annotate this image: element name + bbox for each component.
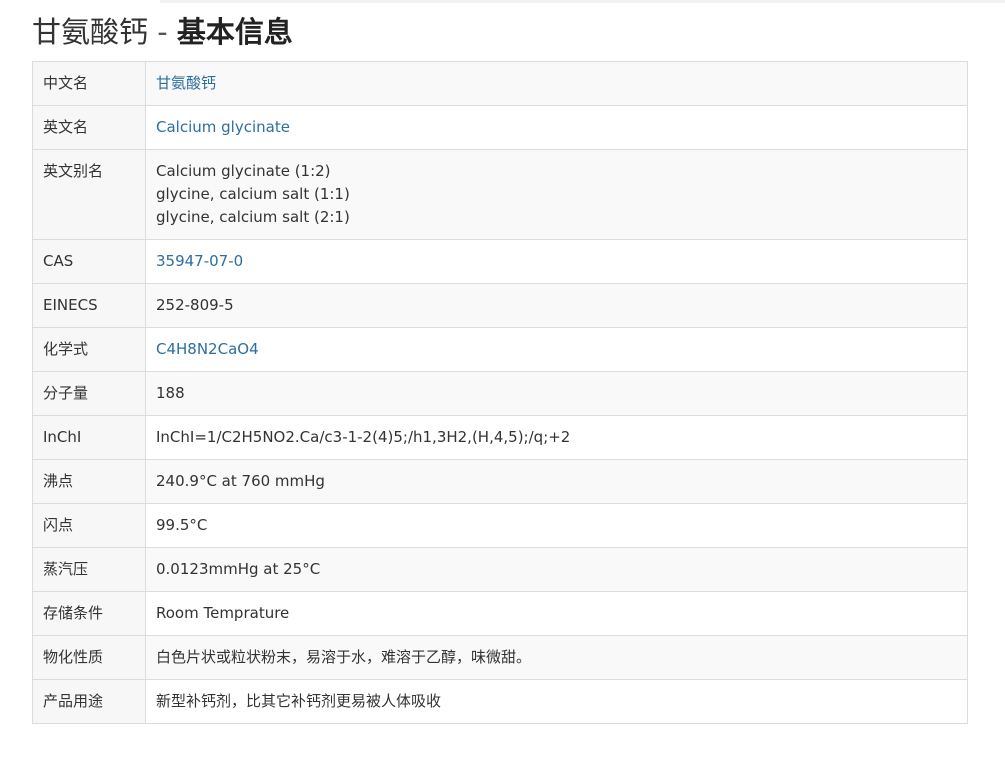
row-value: Calcium glycinate (1:2) glycine, calcium… [145,149,968,240]
compound-name: 甘氨酸钙 [32,15,149,49]
table-row-flash-point: 闪点 99.5°C [32,503,968,548]
table-row-cas: CAS 35947-07-0 [32,239,968,284]
formula-link[interactable]: C4H8N2CaO4 [156,340,259,358]
section-title: 基本信息 [176,15,293,49]
row-label: 英文别名 [32,149,146,240]
synonym-item: glycine, calcium salt (1:1) [156,185,350,203]
row-label: CAS [32,239,146,284]
row-value: C4H8N2CaO4 [145,327,968,372]
basic-info-table: 中文名 甘氨酸钙 英文名 Calcium glycinate 英文别名 Calc… [32,61,968,724]
row-value: InChI=1/C2H5NO2.Ca/c3-1-2(4)5;/h1,3H2,(H… [145,415,968,460]
row-value: Calcium glycinate [145,105,968,150]
table-row-synonyms: 英文别名 Calcium glycinate (1:2) glycine, ca… [32,149,968,240]
row-label: 存储条件 [32,591,146,636]
row-label: 沸点 [32,459,146,504]
cas-link[interactable]: 35947-07-0 [156,252,243,270]
row-value: 白色片状或粒状粉末，易溶于水，难溶于乙醇，味微甜。 [145,635,968,680]
row-label: 产品用途 [32,679,146,724]
synonym-item: glycine, calcium salt (2:1) [156,208,350,226]
row-label: 中文名 [32,61,146,106]
synonym-item: Calcium glycinate (1:2) [156,162,331,180]
row-value: 35947-07-0 [145,239,968,284]
table-row-storage: 存储条件 Room Temprature [32,591,968,636]
page-title: 甘氨酸钙 - 基本信息 [32,12,293,52]
row-label: 英文名 [32,105,146,150]
table-row-properties: 物化性质 白色片状或粒状粉末，易溶于水，难溶于乙醇，味微甜。 [32,635,968,680]
row-label: 闪点 [32,503,146,548]
table-row-inchi: InChI InChI=1/C2H5NO2.Ca/c3-1-2(4)5;/h1,… [32,415,968,460]
table-row-chinese-name: 中文名 甘氨酸钙 [32,61,968,106]
row-label: 物化性质 [32,635,146,680]
top-divider [160,0,1005,3]
table-row-einecs: EINECS 252-809-5 [32,283,968,328]
row-label: InChI [32,415,146,460]
row-label: 分子量 [32,371,146,416]
table-row-vapor-pressure: 蒸汽压 0.0123mmHg at 25°C [32,547,968,592]
row-value: 240.9°C at 760 mmHg [145,459,968,504]
row-label: 蒸汽压 [32,547,146,592]
table-row-molecular-weight: 分子量 188 [32,371,968,416]
row-label: 化学式 [32,327,146,372]
title-separator: - [157,15,168,49]
table-row-usage: 产品用途 新型补钙剂，比其它补钙剂更易被人体吸收 [32,679,968,724]
chinese-name-link[interactable]: 甘氨酸钙 [156,74,216,92]
row-value: 0.0123mmHg at 25°C [145,547,968,592]
row-value: 甘氨酸钙 [145,61,968,106]
row-value: 99.5°C [145,503,968,548]
table-row-boiling-point: 沸点 240.9°C at 760 mmHg [32,459,968,504]
row-value: 188 [145,371,968,416]
english-name-link[interactable]: Calcium glycinate [156,118,290,136]
table-row-formula: 化学式 C4H8N2CaO4 [32,327,968,372]
row-label: EINECS [32,283,146,328]
table-row-english-name: 英文名 Calcium glycinate [32,105,968,150]
row-value: 新型补钙剂，比其它补钙剂更易被人体吸收 [145,679,968,724]
row-value: 252-809-5 [145,283,968,328]
row-value: Room Temprature [145,591,968,636]
